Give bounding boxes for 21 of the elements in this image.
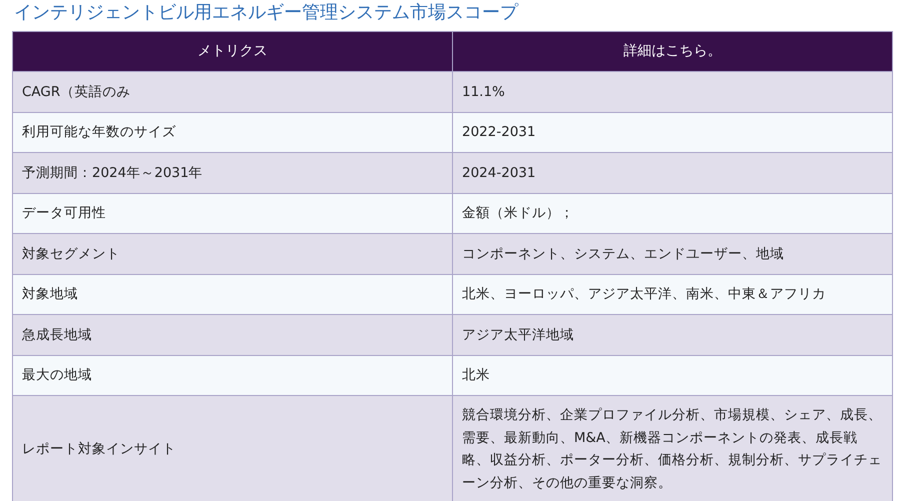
table-cell: 急成長地域	[12, 314, 452, 355]
table-cell: コンポーネント、システム、エンドユーザー、地域	[452, 234, 892, 274]
table-cell: 2024-2031	[452, 152, 892, 193]
table-cell: 利用可能な年数のサイズ	[12, 112, 452, 152]
table-cell: 2022-2031	[452, 112, 892, 152]
column-header: メトリクス	[12, 32, 452, 72]
table-cell: アジア太平洋地域	[452, 314, 892, 355]
table-cell: 金額（米ドル）；	[452, 193, 892, 234]
page-title: インテリジェントビル用エネルギー管理システム市場スコープ	[13, 1, 520, 25]
table-cell: 競合環境分析、企業プロファイル分析、市場規模、シェア、成長、需要、最新動向、M&A、新機器コンポーネントの発表、成長戦略、収益分析、ポーター分析、価格分析、規制分析、サプライチェーン分析、その他の重要な洞察。	[452, 396, 892, 501]
table-cell: 北米、ヨーロッパ、アジア太平洋、南米、中東＆アフリカ	[452, 274, 892, 314]
table-cell: 予測期間：2024年～2031年	[12, 152, 452, 193]
table-cell: 北米	[452, 355, 892, 396]
table-cell: 11.1%	[452, 72, 892, 112]
table-cell: レポート対象インサイト	[12, 396, 452, 501]
column-header: 詳細はこちら。	[452, 32, 892, 72]
table-cell: 最大の地域	[12, 355, 452, 396]
table-cell: データ可用性	[12, 193, 452, 234]
table-cell: CAGR（英語のみ	[12, 72, 452, 112]
table-cell: 対象セグメント	[12, 234, 452, 274]
table-cell: 対象地域	[12, 274, 452, 314]
